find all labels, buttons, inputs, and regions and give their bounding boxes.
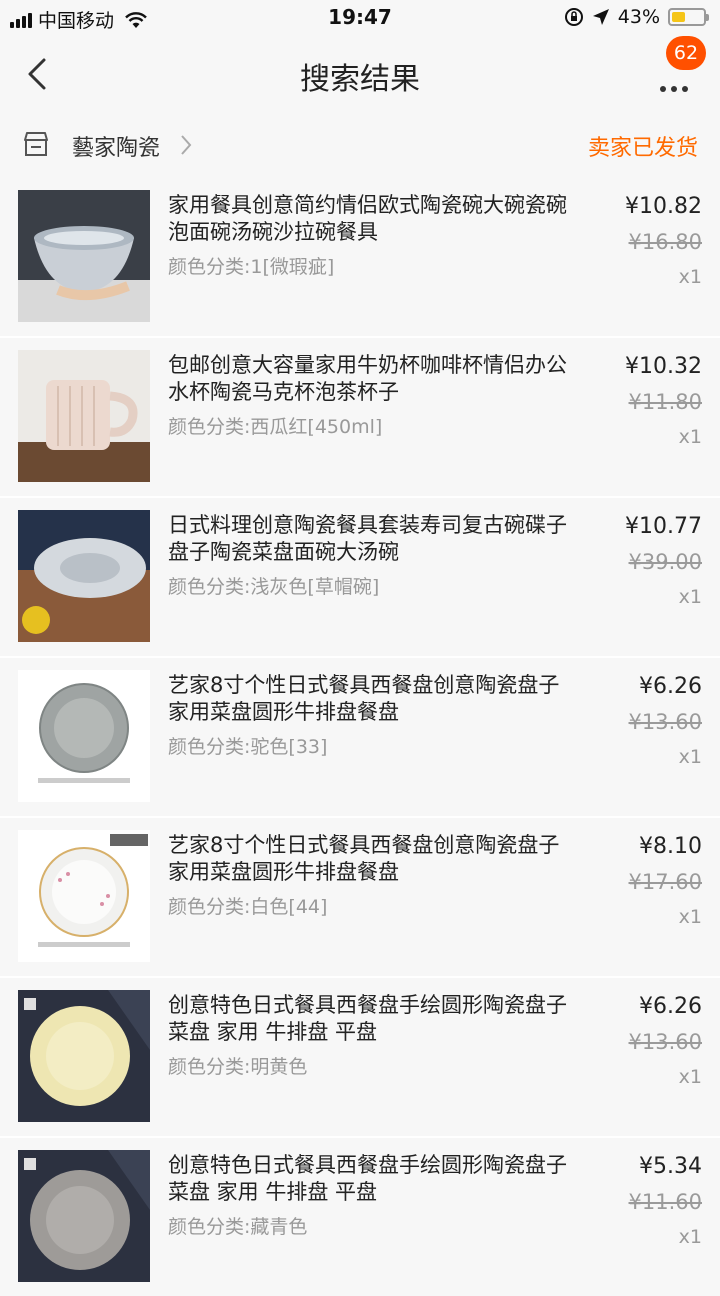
- product-price: ¥5.34: [639, 1154, 702, 1179]
- product-price: ¥10.82: [625, 194, 702, 219]
- original-price: ¥11.60: [628, 1190, 702, 1214]
- product-spec: 颜色分类:西瓜红[450ml]: [168, 416, 383, 438]
- status-bar: 中国移动 19:47 43%: [0, 0, 720, 36]
- original-price: ¥17.60: [628, 870, 702, 894]
- product-quantity: x1: [678, 1226, 702, 1248]
- product-quantity: x1: [678, 266, 702, 288]
- product-quantity: x1: [678, 1066, 702, 1088]
- original-price: ¥11.80: [628, 390, 702, 414]
- shop-row[interactable]: 藝家陶瓷 卖家已发货: [0, 112, 720, 178]
- order-item[interactable]: 家用餐具创意简约情侣欧式陶瓷碗大碗瓷碗泡面碗汤碗沙拉碗餐具 颜色分类:1[微瑕疵…: [0, 178, 720, 336]
- product-spec: 颜色分类:1[微瑕疵]: [168, 256, 335, 278]
- store-icon: [24, 132, 48, 156]
- nav-bar: 搜索结果 62: [0, 36, 720, 112]
- product-image[interactable]: [18, 670, 150, 802]
- battery-icon: [668, 8, 709, 26]
- product-quantity: x1: [678, 906, 702, 928]
- order-item[interactable]: 包邮创意大容量家用牛奶杯咖啡杯情侣办公水杯陶瓷马克杯泡茶杯子 颜色分类:西瓜红[…: [0, 338, 720, 496]
- product-title[interactable]: 包邮创意大容量家用牛奶杯咖啡杯情侣办公水杯陶瓷马克杯泡茶杯子: [168, 352, 568, 406]
- product-title[interactable]: 创意特色日式餐具西餐盘手绘圆形陶瓷盘子 菜盘 家用 牛排盘 平盘: [168, 992, 568, 1046]
- product-title[interactable]: 创意特色日式餐具西餐盘手绘圆形陶瓷盘子 菜盘 家用 牛排盘 平盘: [168, 1152, 568, 1206]
- product-spec: 颜色分类:驼色[33]: [168, 736, 328, 758]
- more-button[interactable]: 62: [654, 36, 706, 100]
- product-title[interactable]: 家用餐具创意简约情侣欧式陶瓷碗大碗瓷碗泡面碗汤碗沙拉碗餐具: [168, 192, 568, 246]
- product-price: ¥6.26: [639, 674, 702, 699]
- product-price: ¥10.77: [625, 514, 702, 539]
- product-spec: 颜色分类:浅灰色[草帽碗]: [168, 576, 380, 598]
- product-quantity: x1: [678, 746, 702, 768]
- product-image[interactable]: [18, 510, 150, 642]
- product-image[interactable]: [18, 830, 150, 962]
- product-spec: 颜色分类:明黄色: [168, 1056, 308, 1078]
- product-quantity: x1: [678, 426, 702, 448]
- order-item[interactable]: 创意特色日式餐具西餐盘手绘圆形陶瓷盘子 菜盘 家用 牛排盘 平盘 颜色分类:明黄…: [0, 978, 720, 1136]
- product-spec: 颜色分类:白色[44]: [168, 896, 328, 918]
- product-title[interactable]: 日式料理创意陶瓷餐具套装寿司复古碗碟子盘子陶瓷菜盘面碗大汤碗: [168, 512, 568, 566]
- product-price: ¥10.32: [625, 354, 702, 379]
- product-price: ¥6.26: [639, 994, 702, 1019]
- order-status: 卖家已发货: [587, 136, 698, 161]
- product-image[interactable]: [18, 1150, 150, 1282]
- order-item-list: 家用餐具创意简约情侣欧式陶瓷碗大碗瓷碗泡面碗汤碗沙拉碗餐具 颜色分类:1[微瑕疵…: [0, 178, 720, 1296]
- product-price: ¥8.10: [639, 834, 702, 859]
- chevron-right-icon: [181, 135, 192, 155]
- notification-badge: 62: [666, 36, 706, 70]
- battery-percent: 43%: [617, 6, 660, 28]
- product-quantity: x1: [678, 586, 702, 608]
- location-icon: [592, 9, 609, 25]
- orientation-lock-icon: [564, 8, 583, 26]
- original-price: ¥16.80: [628, 230, 702, 254]
- original-price: ¥39.00: [628, 550, 702, 574]
- order-item[interactable]: 创意特色日式餐具西餐盘手绘圆形陶瓷盘子 菜盘 家用 牛排盘 平盘 颜色分类:藏青…: [0, 1138, 720, 1296]
- page-title: 搜索结果: [300, 62, 420, 97]
- shop-name[interactable]: 藝家陶瓷: [72, 130, 160, 162]
- order-item[interactable]: 艺家8寸个性日式餐具西餐盘创意陶瓷盘子家用菜盘圆形牛排盘餐盘 颜色分类:驼色[3…: [0, 658, 720, 816]
- product-image[interactable]: [18, 350, 150, 482]
- original-price: ¥13.60: [628, 710, 702, 734]
- product-spec: 颜色分类:藏青色: [168, 1216, 308, 1238]
- order-item[interactable]: 艺家8寸个性日式餐具西餐盘创意陶瓷盘子家用菜盘圆形牛排盘餐盘 颜色分类:白色[4…: [0, 818, 720, 976]
- order-item[interactable]: 日式料理创意陶瓷餐具套装寿司复古碗碟子盘子陶瓷菜盘面碗大汤碗 颜色分类:浅灰色[…: [0, 498, 720, 656]
- product-image[interactable]: [18, 190, 150, 322]
- product-image[interactable]: [18, 990, 150, 1122]
- more-icon: [660, 86, 688, 92]
- original-price: ¥13.60: [628, 1030, 702, 1054]
- product-title[interactable]: 艺家8寸个性日式餐具西餐盘创意陶瓷盘子家用菜盘圆形牛排盘餐盘: [168, 672, 568, 726]
- product-title[interactable]: 艺家8寸个性日式餐具西餐盘创意陶瓷盘子家用菜盘圆形牛排盘餐盘: [168, 832, 568, 886]
